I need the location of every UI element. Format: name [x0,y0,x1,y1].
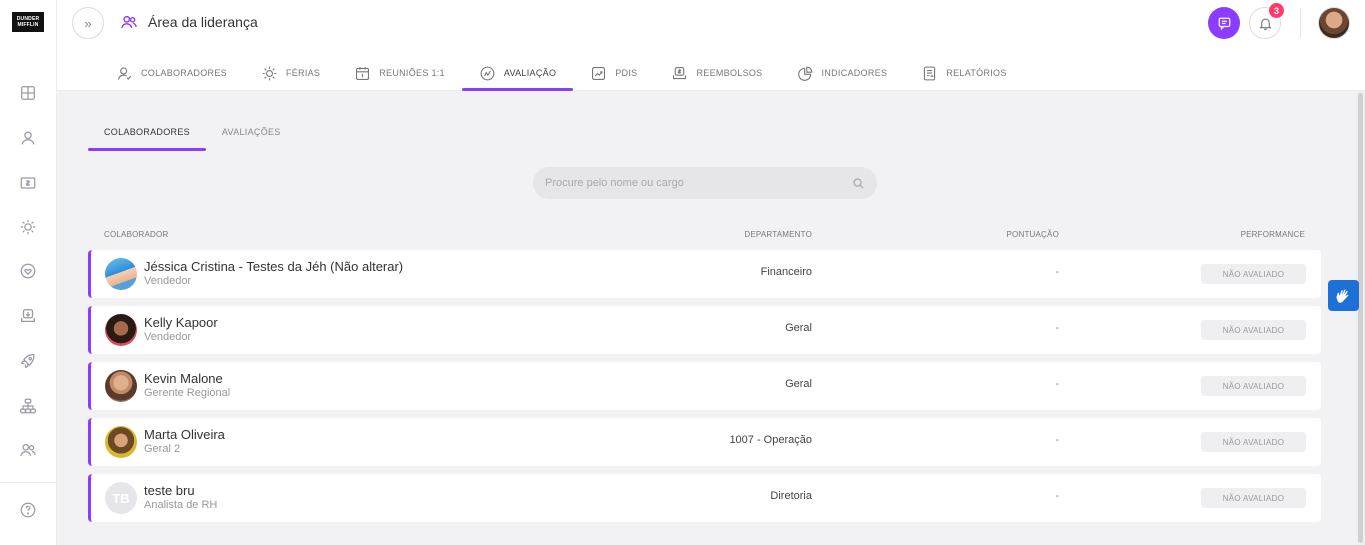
subtab-colaboradores[interactable]: COLABORADORES [88,121,206,151]
column-header-score: PONTUAÇÃO [1006,230,1059,239]
table-row[interactable]: Kevin Malone Gerente Regional Geral - NÃ… [88,362,1321,410]
avatar [105,258,137,290]
chat-icon [1218,17,1230,30]
performance-badge: NÃO AVALIADO [1201,432,1306,452]
collaborator-role: Analista de RH [144,499,218,511]
collaborator-score: - [1055,434,1059,446]
table-row[interactable]: Marta Oliveira Geral 2 1007 - Operação -… [88,418,1321,466]
collaborator-name: teste bru [144,483,195,498]
collaborator-name: Jéssica Cristina - Testes da Jéh (Não al… [144,259,404,274]
collaborator-department: 1007 - Operação [729,434,812,446]
page-title: Área da liderança [148,14,258,30]
collaborator-department: Financeiro [760,266,812,278]
user-avatar[interactable] [1318,7,1350,39]
subtab-avaliacoes[interactable]: AVALIAÇÕES [206,121,297,143]
expand-sidebar-button[interactable]: » [72,7,104,39]
chat-button[interactable] [1208,7,1240,39]
table-row[interactable]: Kelly Kapoor Vendedor Geral - NÃO AVALIA… [88,306,1321,354]
collaborator-name: Kelly Kapoor [144,315,218,330]
collaborator-department: Diretoria [770,490,812,502]
accessibility-button[interactable] [1328,280,1359,311]
inbox-download-icon[interactable] [17,305,39,327]
collaborator-name: Marta Oliveira [144,427,225,442]
collaborator-list: Jéssica Cristina - Testes da Jéh (Não al… [88,250,1321,530]
performance-badge: NÃO AVALIADO [1201,320,1306,340]
team-icon [121,15,137,29]
column-header-performance: PERFORMANCE [1240,230,1305,239]
header: » Área da liderança 3 COLABORADORES FÉRI… [57,0,1365,91]
evaluation-icon [480,66,495,80]
page-scrollbar[interactable] [1356,91,1365,545]
collaborator-score: - [1055,266,1059,278]
collaborator-role: Vendedor [144,331,192,343]
tab-colaboradores[interactable]: COLABORADORES [99,58,244,88]
sidebar: DUNDER MIFFLIN [0,0,57,545]
table-header: COLABORADOR DEPARTAMENTO PONTUAÇÃO PERFO… [88,230,1321,242]
user-icon[interactable] [17,127,39,149]
rocket-icon[interactable] [17,350,39,372]
collaborator-role: Gerente Regional [144,387,231,399]
tab-reembolsos[interactable]: REEMBOLSOS [654,58,779,88]
tab-ferias[interactable]: FÉRIAS [244,58,337,88]
column-header-department: DEPARTAMENTO [744,230,812,239]
performance-badge: NÃO AVALIADO [1201,488,1306,508]
tab-reunioes[interactable]: REUNIÕES 1:1 [337,58,462,88]
sun-icon[interactable] [17,216,39,238]
tab-pdis[interactable]: PDIS [573,58,654,88]
collaborator-role: Geral 2 [144,443,181,455]
sidebar-divider [0,482,57,483]
avatar: TB [105,482,137,514]
pie-chart-icon [797,66,812,81]
collaborator-score: - [1055,378,1059,390]
column-header-collaborator: COLABORADOR [104,230,169,239]
tab-indicadores[interactable]: INDICADORES [780,58,905,88]
double-chevron-right-icon: » [84,15,92,31]
team-icon[interactable] [17,439,39,461]
money-icon [673,66,687,79]
collaborator-department: Geral [785,378,812,390]
collaborator-score: - [1055,322,1059,334]
bell-icon [1258,17,1272,30]
chart-trend-icon [592,66,606,80]
calendar-icon [356,66,370,80]
tab-avaliacao[interactable]: AVALIAÇÃO [461,58,574,91]
performance-badge: NÃO AVALIADO [1201,264,1306,284]
sub-tabs: COLABORADORES AVALIAÇÕES [88,121,297,151]
heart-shield-icon[interactable] [17,260,39,282]
user-icon [118,66,132,80]
collaborator-name: Kevin Malone [144,371,223,386]
avatar [105,314,137,346]
company-logo[interactable]: DUNDER MIFFLIN [12,12,44,32]
avatar [105,426,137,458]
collaborator-department: Geral [785,322,812,334]
money-icon[interactable] [17,172,39,194]
tab-relatorios[interactable]: RELATÓRIOS [904,58,1023,88]
avatar [105,370,137,402]
org-chart-icon[interactable] [17,395,39,417]
collaborator-score: - [1055,490,1059,502]
search-input[interactable] [545,177,852,189]
help-icon[interactable] [17,499,39,521]
page-title-group: Área da liderança [120,13,258,31]
notifications-button[interactable]: 3 [1249,3,1284,39]
performance-badge: NÃO AVALIADO [1201,376,1306,396]
collaborator-role: Vendedor [144,275,192,287]
header-divider [1300,8,1301,38]
table-row[interactable]: Jéssica Cristina - Testes da Jéh (Não al… [88,250,1321,298]
sun-icon [262,66,277,80]
top-tabs: COLABORADORES FÉRIAS REUNIÕES 1:1 AVALIA… [99,58,1024,91]
dashboard-icon[interactable] [17,82,39,104]
report-icon [924,66,936,80]
main-content: COLABORADORES AVALIAÇÕES COLABORADOR DEP… [57,91,1356,545]
table-row[interactable]: TB teste bru Analista de RH Diretoria - … [88,474,1321,522]
search-bar [533,167,877,199]
sign-language-icon [1336,288,1348,303]
search-icon[interactable] [852,177,865,190]
notification-badge: 3 [1269,3,1284,18]
